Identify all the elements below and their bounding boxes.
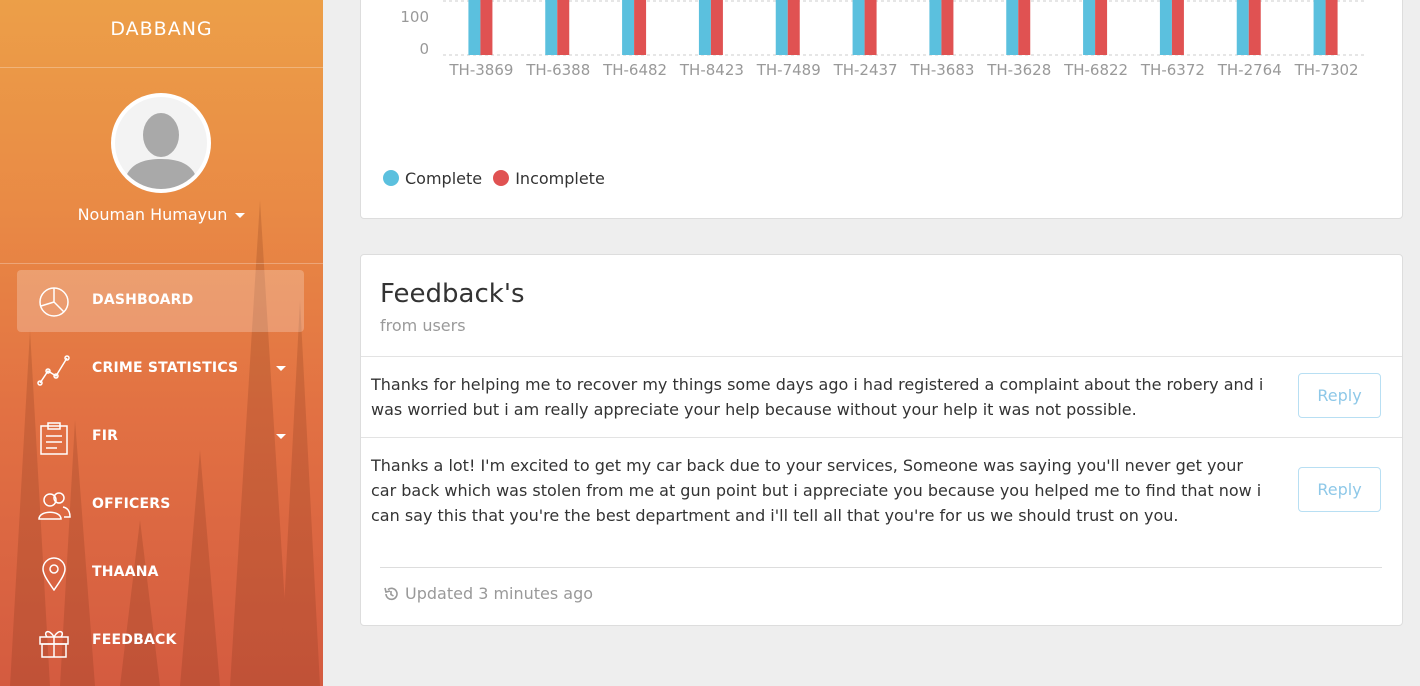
bar-incomplete xyxy=(787,0,800,55)
clipboard-icon xyxy=(40,422,68,455)
x-tick-label: TH-3869 xyxy=(448,61,513,79)
bar-incomplete xyxy=(1095,0,1108,55)
x-tick-label: TH-7489 xyxy=(756,61,821,79)
x-tick-label: TH-3683 xyxy=(909,61,974,79)
divider xyxy=(380,567,1382,568)
x-tick-label: TH-3628 xyxy=(986,61,1051,79)
reply-button[interactable]: Reply xyxy=(1298,467,1381,512)
bar-complete xyxy=(698,0,711,55)
feedback-card: Feedback's from users Thanks for helping… xyxy=(360,254,1403,626)
bar-incomplete xyxy=(1018,0,1031,55)
avatar[interactable] xyxy=(111,93,211,193)
pie-chart-icon xyxy=(39,287,69,317)
bar-complete xyxy=(468,0,481,55)
sidebar-item-label: FEEDBACK xyxy=(92,632,177,648)
feedback-row: Thanks for helping me to recover my thin… xyxy=(361,356,1402,437)
gift-icon xyxy=(39,630,69,658)
map-pin-icon xyxy=(42,557,66,591)
feedback-row: Thanks a lot! I'm excited to get my car … xyxy=(361,437,1402,548)
y-tick-label: 0 xyxy=(419,40,429,58)
sidebar-item-label: THAANA xyxy=(92,564,159,580)
bar-chart: 100 0 TH-3869 TH-6388 TH-6482 TH-8423 TH-7489 T… xyxy=(400,0,1365,79)
bar-incomplete xyxy=(634,0,647,55)
line-chart-icon xyxy=(37,355,70,386)
bar-incomplete xyxy=(710,0,723,55)
x-tick-label: TH-8423 xyxy=(679,61,744,79)
bar-complete xyxy=(1159,0,1172,55)
user-name: Nouman Humayun xyxy=(77,205,228,224)
sidebar-item-label: FIR xyxy=(92,428,119,444)
bar-complete xyxy=(1083,0,1096,55)
x-tick-label: TH-6388 xyxy=(525,61,590,79)
caret-down-icon xyxy=(276,434,286,439)
feedback-text: Thanks for helping me to recover my thin… xyxy=(371,375,1264,419)
card-footer: Updated 3 minutes ago xyxy=(383,584,593,603)
card-subtitle: from users xyxy=(380,316,466,335)
caret-down-icon xyxy=(276,366,286,371)
sidebar-item-thaana[interactable]: THAANA xyxy=(17,542,304,604)
card-title: Feedback's xyxy=(380,279,525,309)
bar-complete xyxy=(622,0,635,55)
user-silhouette-icon xyxy=(115,97,207,189)
x-tick-label: TH-2764 xyxy=(1217,61,1282,79)
legend-item-complete: Complete xyxy=(383,169,482,188)
legend-dot xyxy=(493,170,510,186)
legend-dot xyxy=(383,170,399,186)
bar-complete xyxy=(545,0,558,55)
sidebar-item-crime-statistics[interactable]: CRIME STATISTICS xyxy=(17,338,304,400)
brand-logo[interactable]: DABBANG xyxy=(0,0,323,68)
history-icon xyxy=(384,587,398,601)
legend-label: Incomplete xyxy=(515,169,605,188)
y-tick-label: 100 xyxy=(400,8,429,26)
legend-item-incomplete: Incomplete xyxy=(493,169,605,188)
bar-complete xyxy=(1313,0,1326,55)
bar-complete xyxy=(1236,0,1249,55)
feedback-text: Thanks a lot! I'm excited to get my car … xyxy=(371,456,1262,525)
updated-text: Updated 3 minutes ago xyxy=(405,584,594,603)
sidebar-item-label: OFFICERS xyxy=(92,496,171,512)
user-menu-toggle[interactable]: Nouman Humayun xyxy=(0,205,323,224)
sidebar-item-dashboard[interactable]: DASHBOARD xyxy=(17,270,304,332)
sidebar-item-feedback[interactable]: FEEDBACK xyxy=(17,610,304,672)
sidebar-item-label: DASHBOARD xyxy=(92,292,194,308)
sidebar-item-officers[interactable]: OFFICERS xyxy=(17,474,304,536)
bar-complete xyxy=(775,0,788,55)
x-tick-label: TH-6482 xyxy=(602,61,667,79)
sidebar-item-label: CRIME STATISTICS xyxy=(92,360,239,376)
x-tick-label: TH-7302 xyxy=(1294,61,1359,79)
sidebar-item-fir[interactable]: FIR xyxy=(17,406,304,468)
x-tick-label: TH-2437 xyxy=(833,61,898,79)
chart-legend: Complete Incomplete xyxy=(383,169,611,188)
x-tick-label: TH-6372 xyxy=(1140,61,1205,79)
bar-complete xyxy=(929,0,942,55)
bar-complete xyxy=(852,0,865,55)
divider xyxy=(0,263,323,264)
bar-incomplete xyxy=(480,0,493,55)
bar-incomplete xyxy=(864,0,877,55)
bar-incomplete xyxy=(1248,0,1261,55)
bar-complete xyxy=(1006,0,1019,55)
sidebar: DABBANG Nouman Humayun DASHBOARD CRIME S… xyxy=(0,0,323,686)
bar-incomplete xyxy=(1325,0,1338,55)
legend-label: Complete xyxy=(405,169,483,188)
bar-incomplete xyxy=(941,0,954,55)
reply-button[interactable]: Reply xyxy=(1298,373,1381,418)
x-tick-label: TH-6822 xyxy=(1063,61,1128,79)
users-icon xyxy=(38,492,71,520)
sidebar-nav: DASHBOARD CRIME STATISTICS FIR OFFICERS xyxy=(17,270,304,678)
caret-down-icon xyxy=(235,213,246,218)
bar-incomplete xyxy=(1171,0,1184,55)
bar-incomplete xyxy=(557,0,570,55)
chart-card: 100 0 TH-3869 TH-6388 TH-6482 TH-8423 TH-7489 T… xyxy=(360,0,1403,219)
